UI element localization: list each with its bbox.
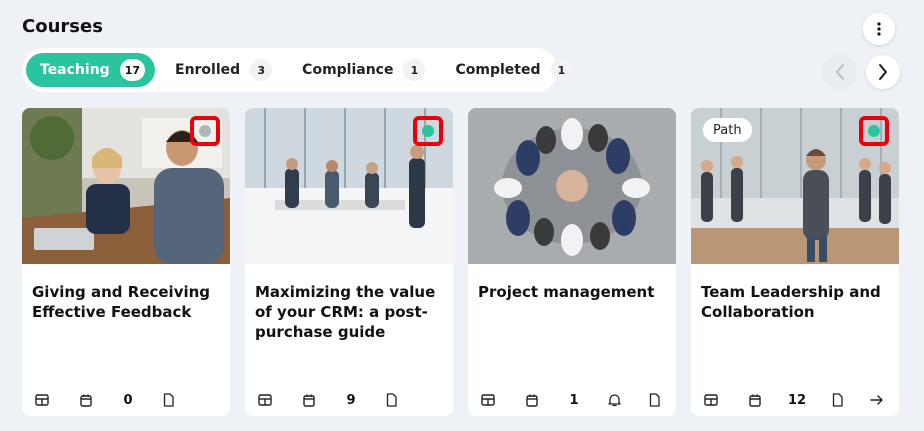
tab-count-badge: 3	[250, 59, 273, 81]
more-options-button[interactable]	[863, 13, 895, 45]
table-icon	[255, 390, 275, 410]
tab-compliance[interactable]: Compliance 1	[288, 53, 435, 87]
card-footer: 9	[255, 390, 443, 410]
carousel-prev-button[interactable]	[823, 55, 857, 89]
bell-icon	[604, 390, 624, 410]
course-title: Giving and Receiving Effective Feedback	[32, 283, 211, 321]
tab-label: Compliance	[302, 62, 394, 78]
tab-enrolled[interactable]: Enrolled 3	[161, 53, 282, 87]
calendar-icon	[745, 390, 765, 410]
tab-completed[interactable]: Completed 1	[441, 53, 582, 87]
course-card[interactable]: Path Team Leadership and Collaboration 1…	[691, 108, 899, 416]
chevron-right-icon	[879, 64, 887, 80]
kebab-icon	[877, 22, 881, 36]
page-title: Courses	[22, 16, 103, 37]
course-tabs: Teaching 17 Enrolled 3 Compliance 1 Comp…	[22, 48, 573, 92]
status-dot	[422, 125, 434, 137]
tab-label: Enrolled	[175, 62, 241, 78]
document-icon	[158, 390, 178, 410]
table-icon	[478, 390, 498, 410]
tab-label: Completed	[455, 62, 541, 78]
card-footer: 0	[32, 390, 220, 410]
item-count: 1	[569, 392, 579, 408]
status-dot	[199, 125, 211, 137]
arrow-right-icon[interactable]	[867, 390, 887, 410]
table-icon	[32, 390, 52, 410]
status-indicator[interactable]	[190, 116, 220, 146]
card-footer: 1	[478, 390, 666, 410]
tab-count-badge: 17	[119, 59, 145, 81]
course-title: Project management	[478, 283, 655, 301]
tab-count-badge: 1	[550, 59, 573, 81]
calendar-icon	[522, 390, 542, 410]
document-icon	[644, 390, 664, 410]
calendar-icon	[299, 390, 319, 410]
document-icon	[827, 390, 847, 410]
item-count: 9	[346, 392, 356, 408]
course-title: Maximizing the value of your CRM: a post…	[255, 283, 436, 341]
calendar-icon	[76, 390, 96, 410]
tab-label: Teaching	[40, 62, 110, 78]
tab-count-badge: 1	[403, 59, 426, 81]
status-indicator[interactable]	[859, 116, 889, 146]
item-count: 0	[123, 392, 133, 408]
status-indicator[interactable]	[413, 116, 443, 146]
chevron-left-icon	[836, 64, 844, 80]
course-card[interactable]: Maximizing the value of your CRM: a post…	[245, 108, 453, 416]
course-thumbnail	[468, 108, 676, 264]
table-icon	[701, 390, 721, 410]
course-card[interactable]: Giving and Receiving Effective Feedback …	[22, 108, 230, 416]
course-card[interactable]: Project management 1	[468, 108, 676, 416]
card-footer: 12	[701, 390, 889, 410]
path-badge: Path	[703, 118, 752, 142]
tab-teaching[interactable]: Teaching 17	[26, 53, 155, 87]
item-count: 12	[787, 392, 807, 408]
course-title: Team Leadership and Collaboration	[701, 283, 881, 321]
status-dot	[868, 125, 880, 137]
carousel-next-button[interactable]	[866, 55, 900, 89]
document-icon	[381, 390, 401, 410]
